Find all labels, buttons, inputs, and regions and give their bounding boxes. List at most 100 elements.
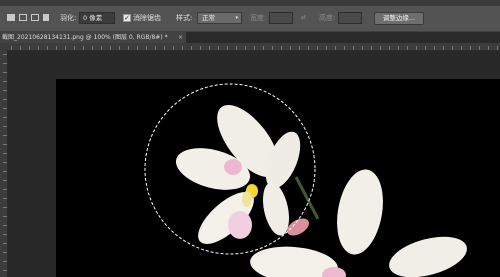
ruler-tick xyxy=(416,46,417,50)
ruler-tick xyxy=(452,46,453,50)
ruler-tick xyxy=(3,252,7,253)
ruler-tick xyxy=(3,216,7,217)
intersect-selection-icon[interactable] xyxy=(43,14,49,21)
feather-label: 羽化: xyxy=(60,14,77,22)
ruler-tick xyxy=(3,63,7,64)
ruler-tick xyxy=(110,46,111,50)
document-tab-bar: 截图_20210628134131.png @ 100% (图层 0, RGB/… xyxy=(0,32,500,43)
ruler-tick xyxy=(335,46,336,50)
ruler-tick xyxy=(290,46,291,50)
ruler-tick xyxy=(254,46,255,50)
width-label: 宽度: xyxy=(250,14,267,22)
ruler-tick xyxy=(3,99,7,100)
ruler-tick xyxy=(389,46,390,50)
ruler-tick xyxy=(443,46,444,50)
ruler-tick xyxy=(326,46,327,50)
style-select-value: 正常 xyxy=(202,14,215,22)
ruler-tick xyxy=(380,46,381,50)
ruler-tick xyxy=(218,46,219,50)
ruler-tick xyxy=(3,108,7,109)
ruler-tick xyxy=(101,46,102,50)
ruler-tick xyxy=(272,46,273,50)
ruler-tick xyxy=(137,46,138,50)
ruler-tick xyxy=(362,46,363,50)
height-input[interactable] xyxy=(338,12,362,24)
width-input[interactable] xyxy=(269,12,293,24)
ruler-tick xyxy=(56,46,57,50)
ruler-tick xyxy=(344,46,345,50)
ruler-tick xyxy=(488,46,489,50)
ruler-tick xyxy=(353,46,354,50)
ruler-tick xyxy=(434,46,435,50)
ruler-tick xyxy=(3,180,7,181)
antialias-label: 消除锯齿 xyxy=(133,14,161,22)
close-tab-icon[interactable]: × xyxy=(178,32,183,43)
ruler-tick xyxy=(3,207,7,208)
style-label: 样式: xyxy=(176,14,193,22)
feather-input[interactable]: 0 像素 xyxy=(79,12,115,24)
ruler-tick xyxy=(119,46,120,50)
ruler-tick xyxy=(263,46,264,50)
canvas-image xyxy=(56,79,500,277)
ruler-tick xyxy=(3,72,7,73)
document-tab[interactable]: 截图_20210628134131.png @ 100% (图层 0, RGB/… xyxy=(0,32,186,43)
new-selection-icon[interactable] xyxy=(7,14,15,21)
ruler-tick xyxy=(3,135,7,136)
ruler-tick xyxy=(398,46,399,50)
ruler-tick xyxy=(317,46,318,50)
subtract-from-selection-icon[interactable] xyxy=(31,14,39,21)
ruler-tick xyxy=(38,46,39,50)
ruler-corner xyxy=(0,43,7,50)
ruler-tick xyxy=(3,117,7,118)
height-label: 高度: xyxy=(319,14,336,22)
document-canvas[interactable] xyxy=(56,79,500,277)
swap-dimensions-icon[interactable]: ⇄ xyxy=(301,14,306,21)
ruler-tick xyxy=(3,261,7,262)
options-bar: 羽化: 0 像素 ✓ 消除锯齿 样式: 正常 ▾ 宽度: ⇄ 高度: 调整边缘.… xyxy=(0,6,500,32)
ruler-tick xyxy=(173,46,174,50)
style-select[interactable]: 正常 ▾ xyxy=(197,12,242,24)
ruler-tick xyxy=(371,46,372,50)
ruler-tick xyxy=(47,46,48,50)
ruler-tick xyxy=(299,46,300,50)
ruler-tick xyxy=(308,46,309,50)
ruler-tick xyxy=(3,270,7,271)
ruler-tick xyxy=(3,171,7,172)
refine-edge-button[interactable]: 调整边缘... xyxy=(374,12,424,25)
ruler-tick xyxy=(92,46,93,50)
ruler-tick xyxy=(3,198,7,199)
add-to-selection-icon[interactable] xyxy=(19,14,27,21)
ruler-tick xyxy=(479,46,480,50)
ruler-tick xyxy=(11,46,12,50)
ruler-tick xyxy=(65,46,66,50)
ruler-tick xyxy=(182,46,183,50)
ruler-tick xyxy=(425,46,426,50)
ruler-tick xyxy=(3,81,7,82)
ruler-tick xyxy=(200,46,201,50)
ruler-tick xyxy=(3,162,7,163)
document-tab-title: 截图_20210628134131.png @ 100% (图层 0, RGB/… xyxy=(2,34,168,41)
ruler-tick xyxy=(3,54,7,55)
vertical-ruler[interactable] xyxy=(0,50,8,277)
ruler-tick xyxy=(227,46,228,50)
ruler-tick xyxy=(29,46,30,50)
ruler-tick xyxy=(3,225,7,226)
horizontal-ruler[interactable] xyxy=(7,43,500,51)
ruler-tick xyxy=(164,46,165,50)
ruler-tick xyxy=(461,46,462,50)
ruler-tick xyxy=(20,46,21,50)
ruler-tick xyxy=(3,144,7,145)
ruler-tick xyxy=(209,46,210,50)
ruler-tick xyxy=(3,189,7,190)
ruler-tick xyxy=(3,90,7,91)
ruler-tick xyxy=(74,46,75,50)
ruler-tick xyxy=(155,46,156,50)
ruler-tick xyxy=(3,243,7,244)
ruler-tick xyxy=(191,46,192,50)
ruler-tick xyxy=(470,46,471,50)
antialias-checkbox[interactable]: ✓ xyxy=(123,14,131,22)
ruler-tick xyxy=(146,46,147,50)
ruler-tick xyxy=(3,153,7,154)
ruler-tick xyxy=(236,46,237,50)
ruler-tick xyxy=(83,46,84,50)
